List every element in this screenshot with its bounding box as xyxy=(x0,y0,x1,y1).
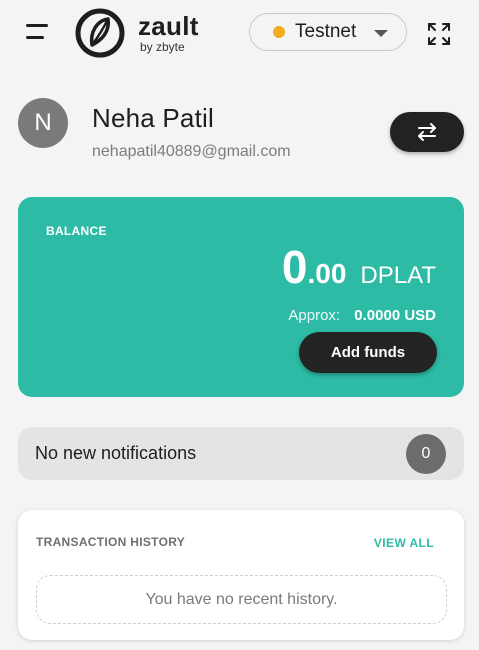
network-status-dot xyxy=(273,26,285,38)
view-all-link[interactable]: VIEW ALL xyxy=(374,536,434,550)
user-name: Neha Patil xyxy=(92,103,214,133)
balance-label: BALANCE xyxy=(46,224,107,238)
balance-integer: 0 xyxy=(281,241,308,293)
transaction-history-card: TRANSACTION HISTORY VIEW ALL You have no… xyxy=(18,510,464,640)
user-email: nehapatil40889@gmail.com xyxy=(92,143,291,160)
expand-icon[interactable] xyxy=(427,22,451,46)
chevron-down-icon xyxy=(374,30,388,37)
menu-icon[interactable] xyxy=(26,22,50,42)
brand-logo: zault by zbyte xyxy=(74,7,204,59)
balance-card: BALANCE 0 .00 DPLAT Approx: 0.0000 USD A… xyxy=(18,197,464,397)
notifications-text: No new notifications xyxy=(35,443,197,463)
approx-value-row: Approx: 0.0000 USD xyxy=(288,307,436,324)
history-title: TRANSACTION HISTORY xyxy=(36,535,186,549)
approx-value: 0.0000 USD xyxy=(354,307,436,324)
wallet-page: zault by zbyte Testnet N Neha Patil neha… xyxy=(0,0,479,650)
empty-history-box: You have no recent history. xyxy=(36,575,447,624)
brand-subtitle: by zbyte xyxy=(140,40,185,54)
balance-unit: DPLAT xyxy=(360,262,436,289)
add-funds-button[interactable]: Add funds xyxy=(299,332,437,373)
avatar: N xyxy=(18,98,68,148)
network-label: Testnet xyxy=(295,21,357,42)
zault-logo-icon xyxy=(75,8,125,58)
balance-decimal: .00 xyxy=(307,258,347,289)
network-select[interactable]: Testnet xyxy=(249,13,407,51)
notifications-count-badge: 0 xyxy=(406,434,446,474)
approx-label: Approx: xyxy=(288,307,341,324)
empty-history-text: You have no recent history. xyxy=(145,590,338,608)
swap-arrows-icon xyxy=(418,123,436,141)
notifications-bar[interactable]: No new notifications 0 xyxy=(18,427,464,480)
balance-amount: 0 .00 DPLAT xyxy=(282,241,436,293)
switch-account-button[interactable] xyxy=(390,112,464,152)
brand-name: zault xyxy=(138,11,199,41)
